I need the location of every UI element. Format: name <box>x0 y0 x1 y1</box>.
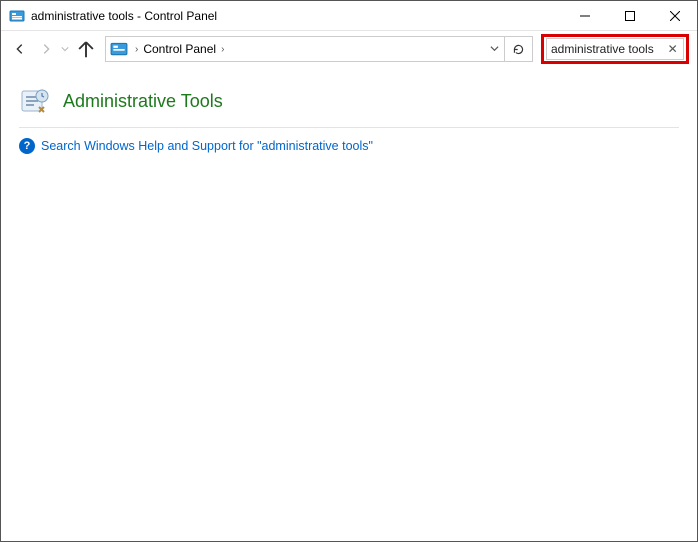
back-button[interactable] <box>9 38 31 60</box>
clear-search-icon[interactable]: ✕ <box>666 42 679 56</box>
up-button[interactable] <box>75 38 97 60</box>
breadcrumb-root[interactable]: Control Panel <box>141 42 218 56</box>
control-panel-icon <box>110 40 128 58</box>
maximize-button[interactable] <box>607 1 652 31</box>
chevron-right-icon[interactable]: › <box>132 44 141 55</box>
recent-locations-button[interactable] <box>61 40 71 58</box>
window-titlebar: administrative tools - Control Panel <box>1 1 697 31</box>
address-history-dropdown[interactable] <box>484 40 504 58</box>
administrative-tools-icon <box>19 85 51 117</box>
results-area: Administrative Tools ? Search Windows He… <box>1 67 697 162</box>
search-box[interactable]: ✕ <box>546 38 684 60</box>
forward-button[interactable] <box>35 38 57 60</box>
search-box-highlight: ✕ <box>541 34 689 64</box>
help-icon: ? <box>19 138 35 154</box>
result-heading[interactable]: Administrative Tools <box>63 91 223 112</box>
close-button[interactable] <box>652 1 697 31</box>
address-bar[interactable]: › Control Panel › <box>105 36 533 62</box>
refresh-button[interactable] <box>504 37 532 61</box>
control-panel-icon <box>9 8 25 24</box>
window-title: administrative tools - Control Panel <box>31 9 217 23</box>
help-search-row[interactable]: ? Search Windows Help and Support for "a… <box>19 128 679 154</box>
help-search-link[interactable]: Search Windows Help and Support for "adm… <box>41 139 373 153</box>
navigation-bar: › Control Panel › ✕ <box>1 31 697 67</box>
result-heading-row[interactable]: Administrative Tools <box>19 81 679 128</box>
chevron-right-icon[interactable]: › <box>218 44 227 55</box>
search-input[interactable] <box>551 42 666 56</box>
minimize-button[interactable] <box>562 1 607 31</box>
